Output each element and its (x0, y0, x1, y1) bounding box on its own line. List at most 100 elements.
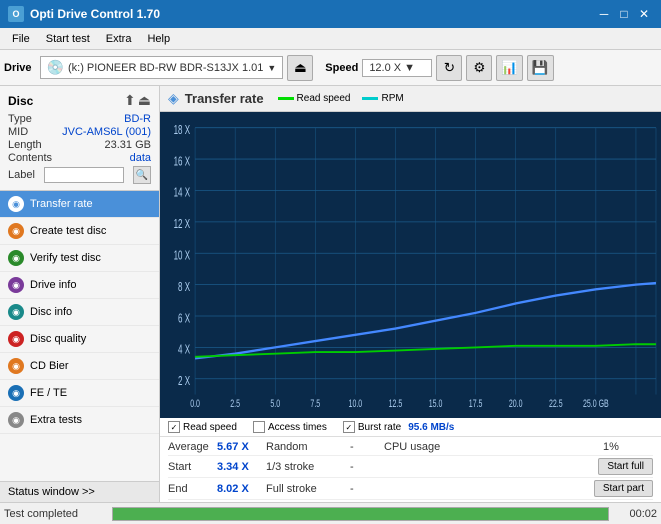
speed-label: Speed (325, 62, 358, 74)
cb-label-access-times: Access times (268, 422, 327, 433)
cpu-value: 1% (603, 441, 653, 453)
sidebar: Disc ⬆ ⏏ Type BD-R MID JVC-AMS6L (001) L… (0, 86, 160, 502)
disc-icon-group: ⬆ ⏏ (124, 92, 151, 109)
nav-verify-test-disc[interactable]: ◉ Verify test disc (0, 245, 159, 272)
nav-label-fe-te: FE / TE (30, 387, 67, 399)
svg-text:7.5: 7.5 (310, 397, 320, 409)
label-input[interactable] (44, 167, 124, 183)
eject-button[interactable]: ⏏ (287, 55, 313, 81)
random-value: - (350, 441, 380, 453)
menu-start-test[interactable]: Start test (38, 31, 98, 47)
start-value: 3.34 X (217, 461, 262, 473)
start-part-button[interactable]: Start part (594, 480, 653, 497)
progress-bar-fill (113, 508, 608, 520)
status-time: 00:02 (617, 508, 657, 520)
drive-dropdown-arrow: ▼ (267, 63, 276, 73)
menu-help[interactable]: Help (139, 31, 178, 47)
nav-icon-disc-quality: ◉ (8, 331, 24, 347)
maximize-button[interactable]: □ (615, 5, 633, 23)
minimize-button[interactable]: ─ (595, 5, 613, 23)
legend-read-speed: Read speed (278, 93, 351, 104)
disc-contents-row: Contents data (8, 152, 151, 164)
menu-extra[interactable]: Extra (98, 31, 140, 47)
refresh-button[interactable]: ↻ (436, 55, 462, 81)
cb-access-times[interactable] (253, 421, 265, 433)
disc-icon-arrow[interactable]: ⬆ (124, 92, 136, 109)
legend-label-rpm: RPM (381, 93, 403, 104)
disc-mid-row: MID JVC-AMS6L (001) (8, 126, 151, 138)
start-full-button[interactable]: Start full (598, 458, 653, 475)
legend-rpm: RPM (362, 93, 403, 104)
svg-text:8 X: 8 X (178, 280, 190, 294)
legend-color-read-speed (278, 97, 294, 100)
stroke-label: 1/3 stroke (266, 461, 346, 473)
svg-text:5.0: 5.0 (270, 397, 280, 409)
nav-fe-te[interactable]: ◉ FE / TE (0, 380, 159, 407)
svg-text:12 X: 12 X (174, 217, 190, 231)
checkbox-read-speed[interactable]: ✓ Read speed (168, 421, 237, 433)
average-value: 5.67 X (217, 441, 262, 453)
nav-label-drive-info: Drive info (30, 279, 76, 291)
status-bar: Test completed 00:02 (0, 502, 661, 524)
cb-burst-rate[interactable]: ✓ (343, 421, 355, 433)
save-button[interactable]: 💾 (527, 55, 554, 81)
nav-label-create-test-disc: Create test disc (30, 225, 106, 237)
drive-label: Drive (4, 62, 32, 74)
main-layout: Disc ⬆ ⏏ Type BD-R MID JVC-AMS6L (001) L… (0, 86, 661, 502)
disc-icon-eject[interactable]: ⏏ (138, 92, 151, 109)
nav-cd-bier[interactable]: ◉ CD Bier (0, 353, 159, 380)
speed-value: 12.0 X ▼ (369, 62, 415, 74)
stats-row-end: End 8.02 X Full stroke - Start part (168, 478, 653, 500)
cb-read-speed[interactable]: ✓ (168, 421, 180, 433)
menu-file[interactable]: File (4, 31, 38, 47)
chart-button[interactable]: 📊 (496, 55, 523, 81)
nav-disc-info[interactable]: ◉ Disc info (0, 299, 159, 326)
nav-icon-extra-tests: ◉ (8, 412, 24, 428)
checkbox-burst-rate[interactable]: ✓ Burst rate 95.6 MB/s (343, 421, 455, 433)
chart-area: ◈ Transfer rate Read speed RPM (160, 86, 661, 502)
close-button[interactable]: ✕ (635, 5, 653, 23)
stats-rows: Average 5.67 X Random - CPU usage 1% Sta… (160, 437, 661, 502)
average-label: Average (168, 441, 213, 453)
chart-container: 18 X 16 X 14 X 12 X 10 X 8 X 6 X 4 X 2 X… (160, 112, 661, 418)
chart-header: ◈ Transfer rate Read speed RPM (160, 86, 661, 112)
nav-drive-info[interactable]: ◉ Drive info (0, 272, 159, 299)
nav-menu: ◉ Transfer rate ◉ Create test disc ◉ Ver… (0, 191, 159, 481)
menu-bar: File Start test Extra Help (0, 28, 661, 50)
nav-icon-verify-test-disc: ◉ (8, 250, 24, 266)
end-label: End (168, 483, 213, 495)
nav-create-test-disc[interactable]: ◉ Create test disc (0, 218, 159, 245)
label-btn[interactable]: 🔍 (133, 166, 151, 184)
mid-value: JVC-AMS6L (001) (62, 126, 151, 138)
status-window-button[interactable]: Status window >> (0, 481, 159, 502)
config-button[interactable]: ⚙ (466, 55, 492, 81)
chart-svg: 18 X 16 X 14 X 12 X 10 X 8 X 6 X 4 X 2 X… (160, 112, 661, 418)
nav-label-extra-tests: Extra tests (30, 414, 82, 426)
stats-row-start: Start 3.34 X 1/3 stroke - Start full (168, 456, 653, 478)
chart-icon: ◈ (168, 90, 179, 107)
svg-text:0.0: 0.0 (190, 397, 200, 409)
checkbox-access-times[interactable]: Access times (253, 421, 327, 433)
app-title: Opti Drive Control 1.70 (30, 7, 160, 21)
speed-selector[interactable]: 12.0 X ▼ (362, 59, 432, 77)
length-value: 23.31 GB (105, 139, 151, 151)
svg-text:2 X: 2 X (178, 374, 190, 388)
svg-text:14 X: 14 X (174, 186, 190, 200)
end-value: 8.02 X (217, 483, 262, 495)
cpu-label: CPU usage (384, 441, 599, 453)
full-stroke-value: - (350, 483, 380, 495)
stroke-value: - (350, 461, 380, 473)
svg-text:16 X: 16 X (174, 155, 190, 169)
svg-text:25.0 GB: 25.0 GB (583, 397, 609, 409)
svg-text:17.5: 17.5 (469, 397, 483, 409)
chart-title: Transfer rate (185, 91, 264, 106)
disc-type-row: Type BD-R (8, 113, 151, 125)
nav-disc-quality[interactable]: ◉ Disc quality (0, 326, 159, 353)
nav-extra-tests[interactable]: ◉ Extra tests (0, 407, 159, 434)
type-label: Type (8, 113, 32, 125)
drive-selector[interactable]: 💿 (k:) PIONEER BD-RW BDR-S13JX 1.01 ▼ (40, 56, 284, 79)
disc-panel: Disc ⬆ ⏏ Type BD-R MID JVC-AMS6L (001) L… (0, 86, 159, 191)
progress-bar-container (112, 507, 609, 521)
nav-transfer-rate[interactable]: ◉ Transfer rate (0, 191, 159, 218)
contents-label: Contents (8, 152, 52, 164)
